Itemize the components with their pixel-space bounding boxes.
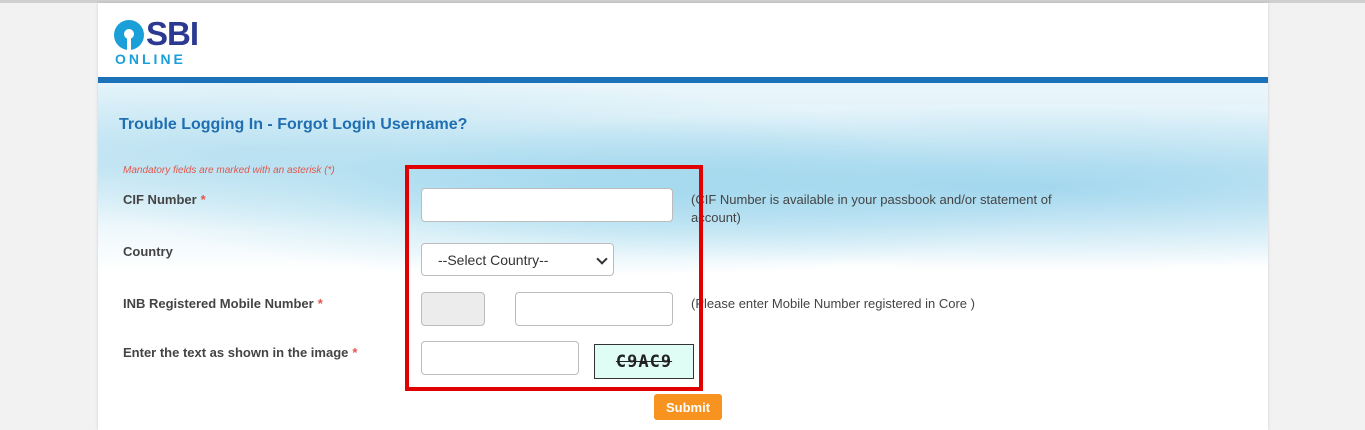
cif-hint: (CIF Number is available in your passboo… [691, 192, 1052, 225]
mandatory-note: Mandatory fields are marked with an aste… [123, 165, 335, 176]
page-container: SBI ONLINE Trouble Logging In - Forgot L… [98, 3, 1268, 430]
header: SBI ONLINE [98, 3, 1268, 77]
sbi-logo[interactable]: SBI ONLINE [114, 15, 224, 69]
logo-brand-text: SBI [146, 15, 199, 52]
captcha-image: C9AC9 [594, 344, 694, 379]
required-marker: * [352, 345, 358, 360]
country-selected-value: --Select Country-- [438, 251, 549, 268]
country-label: Country [123, 244, 173, 259]
decorative-banner [98, 83, 1268, 273]
mobile-country-code-input[interactable] [421, 292, 485, 326]
submit-button[interactable]: Submit [654, 394, 722, 420]
cif-number-input[interactable] [421, 188, 673, 222]
mobile-hint: (Please enter Mobile Number registered i… [691, 296, 975, 311]
chevron-down-icon [596, 253, 608, 265]
mobile-label: INB Registered Mobile Number * [123, 296, 323, 311]
logo-tagline: ONLINE [115, 51, 186, 67]
cif-label: CIF Number * [123, 192, 206, 207]
page-title: Trouble Logging In - Forgot Login Userna… [119, 116, 468, 133]
country-select[interactable]: --Select Country-- [421, 243, 614, 276]
mobile-number-input[interactable] [515, 292, 673, 326]
required-marker: * [200, 192, 206, 207]
required-marker: * [317, 296, 323, 311]
sbi-keyhole-icon [114, 20, 144, 50]
captcha-label: Enter the text as shown in the image * [123, 345, 358, 360]
captcha-input[interactable] [421, 341, 579, 375]
